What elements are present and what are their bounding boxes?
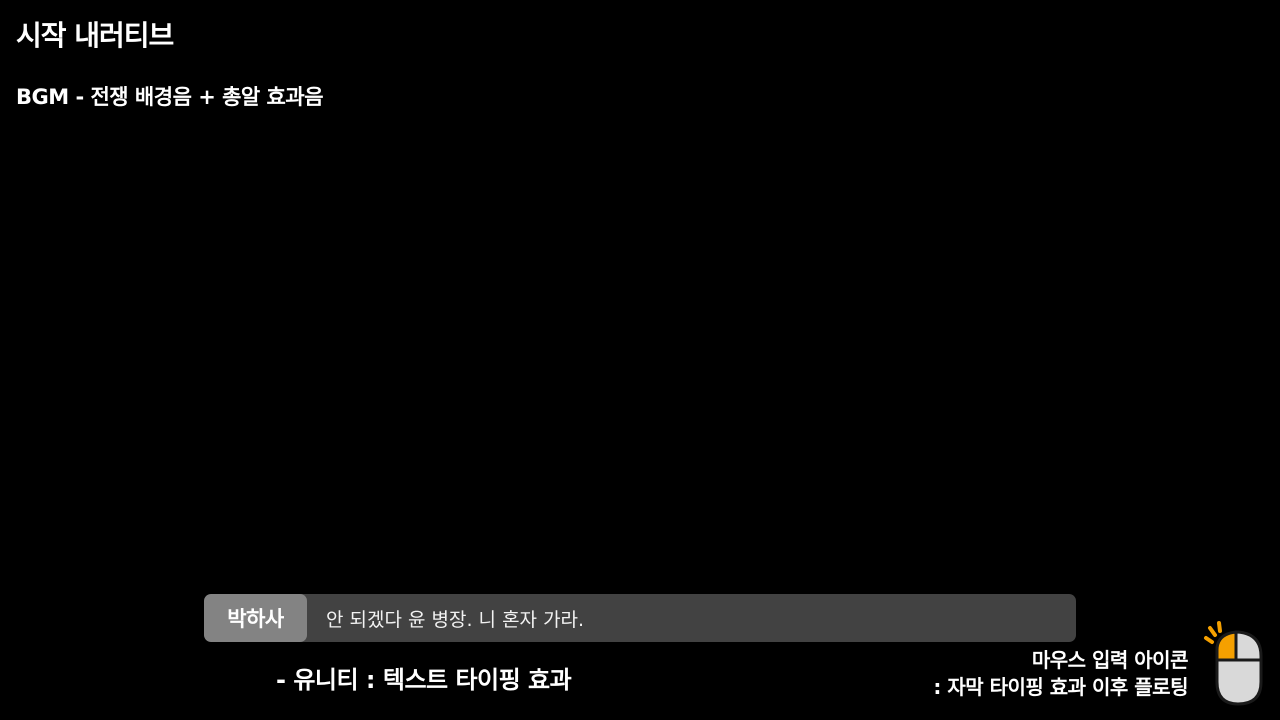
click-ray [1217, 621, 1222, 633]
mouse-note-line1: 마우스 입력 아이콘 [1031, 648, 1189, 672]
mouse-left-button [1215, 630, 1238, 662]
mouse-note-line2: : 자막 타이핑 효과 이후 플로팅 [933, 675, 1188, 699]
click-ray [1204, 636, 1214, 644]
unity-note: - 유니티 : 텍스트 타이핑 효과 [276, 666, 572, 694]
speaker-name: 박하사 [204, 594, 307, 642]
dialogue-text: 안 되겠다 윤 병장. 니 혼자 가라. [326, 608, 585, 631]
mouse-note: 마우스 입력 아이콘 : 자막 타이핑 효과 이후 플로팅 [933, 647, 1188, 701]
dialogue-box[interactable]: 박하사 안 되겠다 윤 병장. 니 혼자 가라. [204, 594, 1076, 642]
click-ray [1208, 626, 1217, 637]
page-title: 시작 내러티브 [16, 19, 174, 52]
mouse-click-icon[interactable] [1200, 620, 1266, 708]
bgm-note: BGM - 전쟁 배경음 + 총알 효과음 [16, 85, 324, 109]
